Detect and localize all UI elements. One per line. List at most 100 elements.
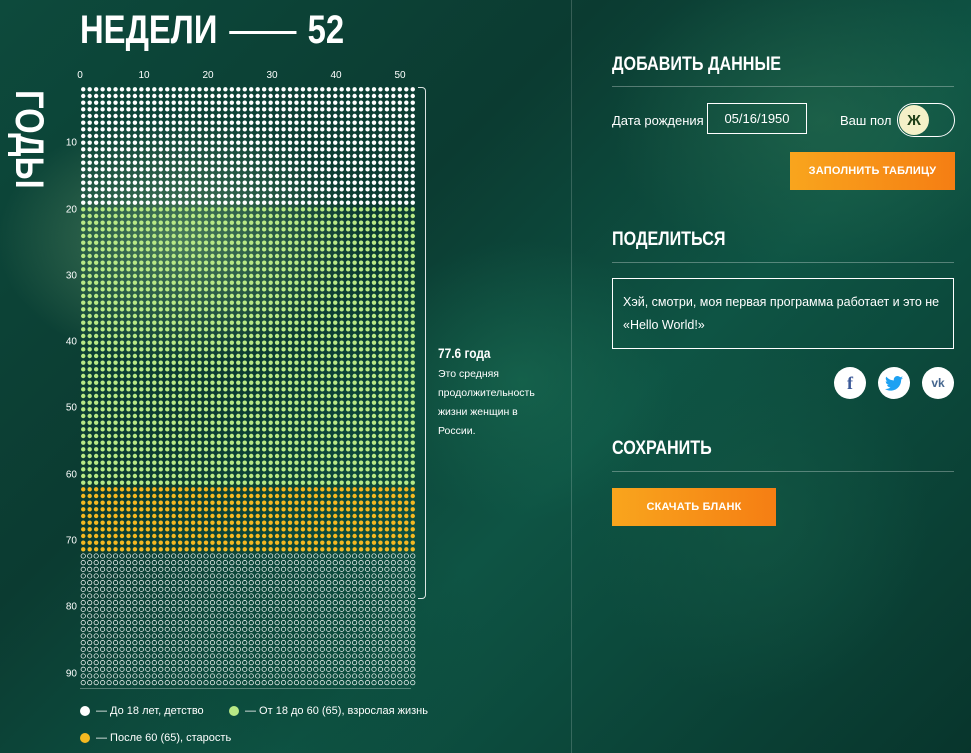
- week-dot: [364, 600, 371, 606]
- week-dot: [145, 673, 151, 679]
- week-dot: [268, 387, 273, 392]
- week-dot: [287, 287, 293, 292]
- week-dot: [358, 666, 364, 672]
- week-dot: [236, 433, 241, 439]
- week-dot: [87, 360, 92, 365]
- week-dot: [333, 400, 338, 405]
- week-dot: [190, 120, 196, 125]
- week-dot: [139, 507, 144, 512]
- week-dot: [352, 487, 357, 492]
- week-dot: [307, 173, 312, 179]
- week-dot: [404, 240, 409, 245]
- week-dot: [190, 253, 196, 259]
- week-dot: [403, 566, 409, 572]
- week-dot: [100, 600, 106, 606]
- week-dot: [365, 113, 370, 119]
- vk-icon[interactable]: vk: [922, 367, 954, 399]
- week-dot: [87, 100, 92, 105]
- week-dot: [320, 240, 325, 245]
- week-dot: [119, 213, 125, 219]
- week-dot: [300, 420, 306, 425]
- week-dot: [261, 493, 267, 499]
- week-dot: [326, 367, 331, 372]
- birth-date-input[interactable]: [707, 103, 807, 134]
- week-dot: [229, 600, 235, 606]
- week-dot: [87, 553, 93, 559]
- twitter-icon[interactable]: [878, 367, 910, 399]
- week-dot: [339, 233, 344, 239]
- week-dot: [125, 560, 132, 566]
- fill-table-button[interactable]: ЗАПОЛНИТЬ ТАБЛИЦУ: [790, 152, 955, 190]
- download-form-button[interactable]: СКАЧАТЬ БЛАНК: [612, 488, 776, 526]
- week-dot: [190, 113, 196, 119]
- week-dot: [190, 460, 196, 465]
- week-dot: [106, 87, 112, 92]
- week-dot: [197, 540, 202, 545]
- week-dot: [152, 460, 157, 465]
- week-dot: [93, 207, 99, 212]
- week-dot: [261, 553, 267, 559]
- share-message-textarea[interactable]: Хэй, смотри, моя первая программа работа…: [612, 278, 954, 349]
- week-dot: [236, 160, 241, 165]
- week-dot: [106, 447, 112, 452]
- week-dot: [139, 180, 144, 185]
- week-dot: [371, 200, 377, 205]
- week-dot: [126, 153, 131, 159]
- week-dot: [177, 373, 183, 379]
- facebook-icon[interactable]: f: [834, 367, 866, 399]
- week-dot: [223, 453, 228, 459]
- week-dot: [171, 593, 177, 599]
- week-dot: [197, 533, 202, 539]
- week-dot: [345, 666, 351, 672]
- week-dot: [190, 586, 196, 592]
- week-dot: [138, 573, 144, 579]
- week-dot: [268, 353, 273, 359]
- week-dot: [313, 487, 319, 492]
- week-dot: [345, 393, 351, 399]
- week-dot: [165, 200, 170, 205]
- week-dot: [93, 653, 99, 659]
- week-dot: [112, 560, 119, 566]
- week-dot: [93, 273, 99, 279]
- week-dot: [384, 433, 390, 439]
- week-dot: [378, 433, 383, 439]
- week-dot: [119, 300, 125, 305]
- week-dot: [255, 533, 260, 539]
- week-dot: [268, 586, 274, 592]
- week-dot: [249, 207, 254, 212]
- week-dot: [242, 427, 247, 432]
- week-dot: [333, 460, 338, 465]
- week-dot: [339, 660, 345, 666]
- week-dot: [274, 353, 280, 359]
- week-dot: [112, 586, 119, 592]
- week-dot: [352, 640, 358, 646]
- week-dot: [93, 220, 99, 225]
- week-dot: [384, 147, 390, 152]
- week-dot: [403, 553, 409, 559]
- week-dot: [242, 380, 247, 385]
- week-dot: [113, 433, 118, 439]
- week-dot: [87, 673, 93, 679]
- week-dot: [397, 626, 403, 632]
- week-dot: [158, 433, 163, 439]
- week-dot: [403, 666, 409, 672]
- week-dot: [294, 93, 299, 99]
- week-dot: [126, 213, 131, 219]
- week-dot: [171, 380, 176, 385]
- week-dot: [410, 127, 415, 132]
- gender-knob[interactable]: Ж: [899, 105, 929, 135]
- week-dot: [242, 367, 247, 372]
- week-dot: [352, 460, 357, 465]
- week-dot: [81, 500, 86, 505]
- week-dot: [106, 267, 112, 272]
- week-dot: [229, 300, 235, 305]
- week-dot: [339, 353, 344, 359]
- gender-toggle[interactable]: Ж: [897, 103, 955, 137]
- week-dot: [222, 660, 228, 666]
- week-dot: [197, 160, 202, 165]
- week-dot: [397, 127, 403, 132]
- week-dot: [203, 300, 209, 305]
- week-dot: [158, 380, 163, 385]
- week-dot: [404, 367, 409, 372]
- week-dot: [106, 300, 112, 305]
